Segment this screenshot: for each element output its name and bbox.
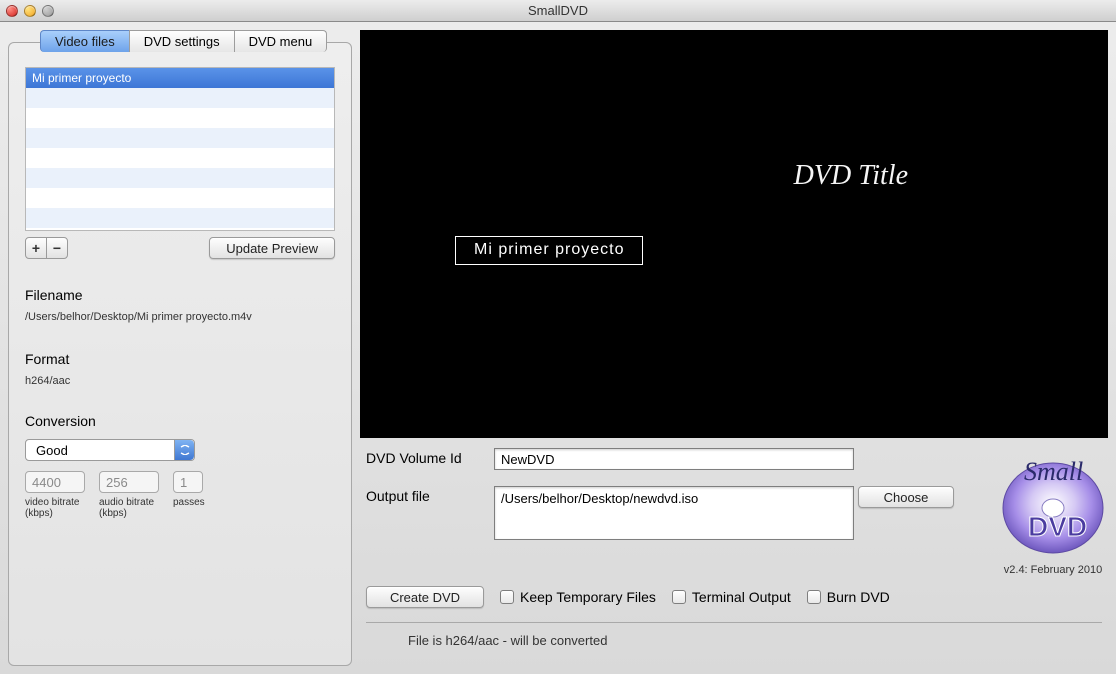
conversion-select[interactable]: Good bbox=[25, 439, 195, 461]
file-list[interactable]: Mi primer proyecto bbox=[25, 67, 335, 231]
filename-label: Filename bbox=[25, 287, 335, 303]
keep-temp-checkbox[interactable]: Keep Temporary Files bbox=[500, 589, 656, 605]
filename-value: /Users/belhor/Desktop/Mi primer proyecto… bbox=[25, 311, 335, 323]
terminal-output-label: Terminal Output bbox=[692, 589, 791, 605]
choose-button[interactable]: Choose bbox=[858, 486, 954, 508]
terminal-output-checkbox[interactable]: Terminal Output bbox=[672, 589, 791, 605]
status-text: File is h264/aac - will be converted bbox=[360, 623, 1108, 648]
tab-bar: Video files DVD settings DVD menu bbox=[40, 30, 352, 52]
list-item[interactable] bbox=[26, 188, 334, 208]
preview-title: DVD Title bbox=[794, 160, 908, 192]
version-label: v2.4: February 2010 bbox=[1004, 564, 1102, 576]
video-bitrate-label: video bitrate (kbps) bbox=[25, 497, 87, 519]
dvd-preview: DVD Title Mi primer proyecto bbox=[360, 30, 1108, 438]
minimize-button[interactable] bbox=[24, 5, 36, 17]
window-title: SmallDVD bbox=[0, 3, 1116, 18]
zoom-button[interactable] bbox=[42, 5, 54, 17]
conversion-label: Conversion bbox=[25, 413, 335, 429]
checkbox-icon bbox=[807, 590, 821, 604]
tab-dvd-settings[interactable]: DVD settings bbox=[129, 30, 235, 52]
svg-text:DVD: DVD bbox=[1028, 511, 1087, 542]
format-value: h264/aac bbox=[25, 375, 335, 387]
app-window: SmallDVD Video files DVD settings DVD me… bbox=[0, 0, 1116, 674]
burn-dvd-label: Burn DVD bbox=[827, 589, 890, 605]
format-label: Format bbox=[25, 351, 335, 367]
tab-dvd-menu[interactable]: DVD menu bbox=[234, 30, 328, 52]
update-preview-button[interactable]: Update Preview bbox=[209, 237, 335, 259]
add-button[interactable]: + bbox=[25, 237, 47, 259]
left-panel: Mi primer proyecto + − Update Preview bbox=[8, 42, 352, 666]
keep-temp-label: Keep Temporary Files bbox=[520, 589, 656, 605]
output-file-field[interactable]: /Users/belhor/Desktop/newdvd.iso bbox=[494, 486, 854, 540]
preview-menu-item[interactable]: Mi primer proyecto bbox=[455, 236, 643, 265]
dropdown-arrow-icon bbox=[174, 440, 194, 460]
list-item[interactable] bbox=[26, 148, 334, 168]
list-item[interactable] bbox=[26, 168, 334, 188]
list-item[interactable] bbox=[26, 88, 334, 108]
volume-id-field[interactable] bbox=[494, 448, 854, 470]
remove-button[interactable]: − bbox=[46, 237, 68, 259]
list-item[interactable] bbox=[26, 128, 334, 148]
checkbox-icon bbox=[672, 590, 686, 604]
video-bitrate-field bbox=[25, 471, 85, 493]
svg-text:Small: Small bbox=[1024, 457, 1083, 486]
close-button[interactable] bbox=[6, 5, 18, 17]
volume-id-label: DVD Volume Id bbox=[366, 448, 494, 466]
list-item[interactable] bbox=[26, 208, 334, 228]
titlebar: SmallDVD bbox=[0, 0, 1116, 22]
output-file-label: Output file bbox=[366, 486, 494, 504]
passes-field bbox=[173, 471, 203, 493]
audio-bitrate-field bbox=[99, 471, 159, 493]
burn-dvd-checkbox[interactable]: Burn DVD bbox=[807, 589, 890, 605]
app-logo: Small DVD v2.4: February 2010 bbox=[958, 448, 1108, 576]
audio-bitrate-label: audio bitrate (kbps) bbox=[99, 497, 161, 519]
conversion-value: Good bbox=[36, 443, 68, 458]
create-dvd-button[interactable]: Create DVD bbox=[366, 586, 484, 608]
list-item[interactable] bbox=[26, 108, 334, 128]
checkbox-icon bbox=[500, 590, 514, 604]
tab-video-files[interactable]: Video files bbox=[40, 30, 130, 52]
passes-label: passes bbox=[173, 497, 205, 508]
list-item[interactable]: Mi primer proyecto bbox=[26, 68, 334, 88]
